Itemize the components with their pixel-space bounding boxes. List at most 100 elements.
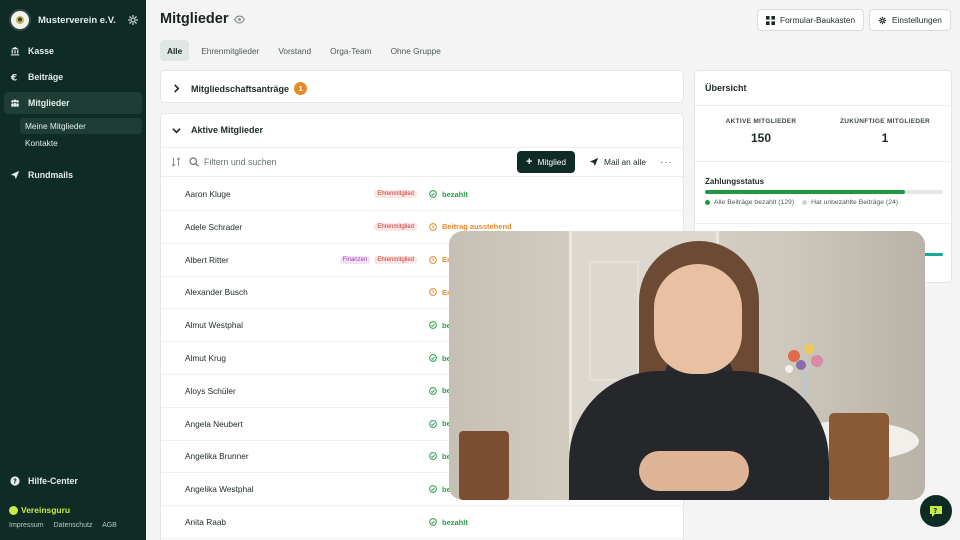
page-title-text: Mitglieder (160, 11, 229, 27)
member-name: Almut Westphal (185, 320, 243, 331)
payment-status-bar-fill (705, 190, 905, 194)
payment-status: Er (429, 255, 450, 264)
org-name: Musterverein e.V. (38, 14, 116, 26)
group-badge: Finanzen (339, 255, 371, 264)
nav-item-rundmails[interactable]: Rundmails (4, 164, 142, 186)
member-name: Angelika Brunner (185, 451, 249, 462)
check-circle-icon (429, 485, 437, 494)
clock-icon (429, 288, 437, 297)
check-circle-icon (429, 518, 437, 526)
payment-status: Beitrag ausstehend (429, 222, 512, 231)
footer-link-agb[interactable]: AGB (102, 522, 117, 529)
payment-status: bezahlt (429, 190, 468, 199)
member-badges: Finanzen Ehrenmitglied (339, 255, 417, 264)
grid-icon (766, 15, 775, 25)
divider (695, 161, 952, 162)
video-person-hands (639, 451, 749, 491)
page-title: Mitglieder (160, 11, 246, 27)
more-options-icon[interactable]: ··· (660, 157, 673, 168)
clock-icon (429, 255, 437, 264)
member-search[interactable]: Filtern und suchen (189, 157, 517, 167)
org-switcher[interactable]: Musterverein e.V. (9, 9, 139, 31)
chevron-down-icon (172, 127, 181, 133)
member-name: Anita Raab (185, 517, 227, 527)
active-members-stat: AKTIVE MITGLIEDER 150 (697, 118, 825, 145)
check-circle-icon (429, 386, 437, 395)
payment-status: be (429, 485, 451, 494)
tab-orga-team[interactable]: Orga-Team (323, 40, 379, 61)
footer-link-impressum[interactable]: Impressum (9, 522, 44, 529)
chat-help-icon: ? (930, 506, 942, 517)
group-tabs: Alle Ehrenmitglieder Vorstand Orga-Team … (160, 40, 453, 61)
sort-icon[interactable] (171, 157, 181, 167)
brand-icon (9, 505, 18, 515)
add-member-button[interactable]: + Mitglied (517, 151, 576, 173)
tab-ehrenmitglieder[interactable]: Ehrenmitglieder (194, 40, 266, 61)
nav-item-label: Beiträge (28, 72, 64, 82)
check-circle-icon (429, 321, 437, 330)
tab-ohne-gruppe[interactable]: Ohne Gruppe (384, 40, 448, 61)
form-builder-label: Formular-Baukasten (780, 15, 856, 25)
stat-label: AKTIVE MITGLIEDER (725, 118, 797, 125)
applications-count-badge: 1 (294, 82, 308, 95)
gear-icon[interactable] (127, 14, 139, 26)
member-row[interactable]: Anita Raab bezahlt (161, 506, 683, 539)
bank-icon (10, 46, 20, 56)
help-center-link[interactable]: ? Hilfe-Center (10, 476, 78, 486)
brand-name: Vereinsguru (21, 505, 71, 515)
main-nav: Kasse € Beiträge Mitglieder Meine Mitgli… (4, 40, 142, 190)
stat-label: ZUKÜNFTIGE MITGLIEDER (839, 118, 931, 125)
mail-all-label: Mail an alle (604, 157, 646, 167)
legend-unpaid-label: Hat unbezahlte Beiträge (24) (811, 199, 899, 206)
search-icon (189, 157, 199, 167)
members-icon (11, 99, 19, 107)
form-builder-button[interactable]: Formular-Baukasten (757, 9, 865, 31)
nav-item-label: Kasse (28, 46, 54, 56)
svg-text:?: ? (933, 507, 937, 515)
active-members-label: Aktive Mitglieder (191, 125, 264, 135)
paper-plane-icon (589, 157, 599, 167)
euro-icon: € (10, 72, 17, 82)
payment-status: be (429, 354, 451, 363)
member-row[interactable]: Aaron Kluge Ehrenmitglied bezahlt (161, 178, 683, 211)
applications-toggle[interactable]: Mitgliedschaftsanträge 1 (172, 82, 308, 95)
footer-link-datenschutz[interactable]: Datenschutz (54, 522, 93, 529)
payment-status: be (429, 452, 451, 461)
nav-item-mitglieder[interactable]: Mitglieder (4, 92, 142, 114)
member-name: Aloys Schüler (185, 385, 236, 396)
applications-label: Mitgliedschaftsanträge (191, 83, 290, 94)
support-chat-button[interactable]: ? (920, 495, 952, 527)
check-circle-icon (429, 452, 437, 461)
subnav-item-meine-mitglieder[interactable]: Meine Mitglieder (20, 118, 142, 134)
member-name: Albert Ritter (185, 254, 229, 265)
stat-value: 150 (750, 131, 772, 145)
svg-text:?: ? (13, 478, 17, 486)
legend-dot (802, 200, 808, 205)
payment-status: be (429, 321, 451, 330)
nav-item-label: Rundmails (28, 170, 73, 180)
add-member-label: Mitglied (537, 157, 567, 167)
plus-icon: + (526, 156, 533, 168)
legend-paid-label: Alle Beiträge bezahlt (129) (714, 199, 795, 206)
brand-logo: Vereinsguru (9, 505, 70, 515)
nav-item-label: Mitglieder (28, 98, 70, 108)
legend-paid: Alle Beiträge bezahlt (129) (705, 199, 794, 206)
nav-item-beitraege[interactable]: € Beiträge (4, 66, 142, 88)
nav-item-kasse[interactable]: Kasse (4, 40, 142, 62)
svg-text:€: € (10, 72, 17, 82)
member-name: Aaron Kluge (185, 189, 231, 199)
tab-alle[interactable]: Alle (160, 40, 190, 61)
eye-icon[interactable] (234, 14, 246, 25)
member-name: Angelika Westphal (185, 484, 254, 495)
help-center-label: Hilfe-Center (28, 476, 78, 486)
check-circle-icon (429, 354, 437, 362)
chevron-right-icon (174, 84, 180, 93)
active-members-toggle[interactable]: Aktive Mitglieder (172, 125, 263, 135)
settings-button[interactable]: Einstellungen (869, 9, 951, 31)
tab-vorstand[interactable]: Vorstand (271, 40, 318, 61)
payment-status: be (429, 386, 451, 395)
subnav-item-kontakte[interactable]: Kontakte (20, 135, 142, 151)
mail-all-button[interactable]: Mail an alle (589, 157, 646, 167)
help-icon: ? (10, 476, 20, 486)
org-logo (9, 9, 31, 31)
